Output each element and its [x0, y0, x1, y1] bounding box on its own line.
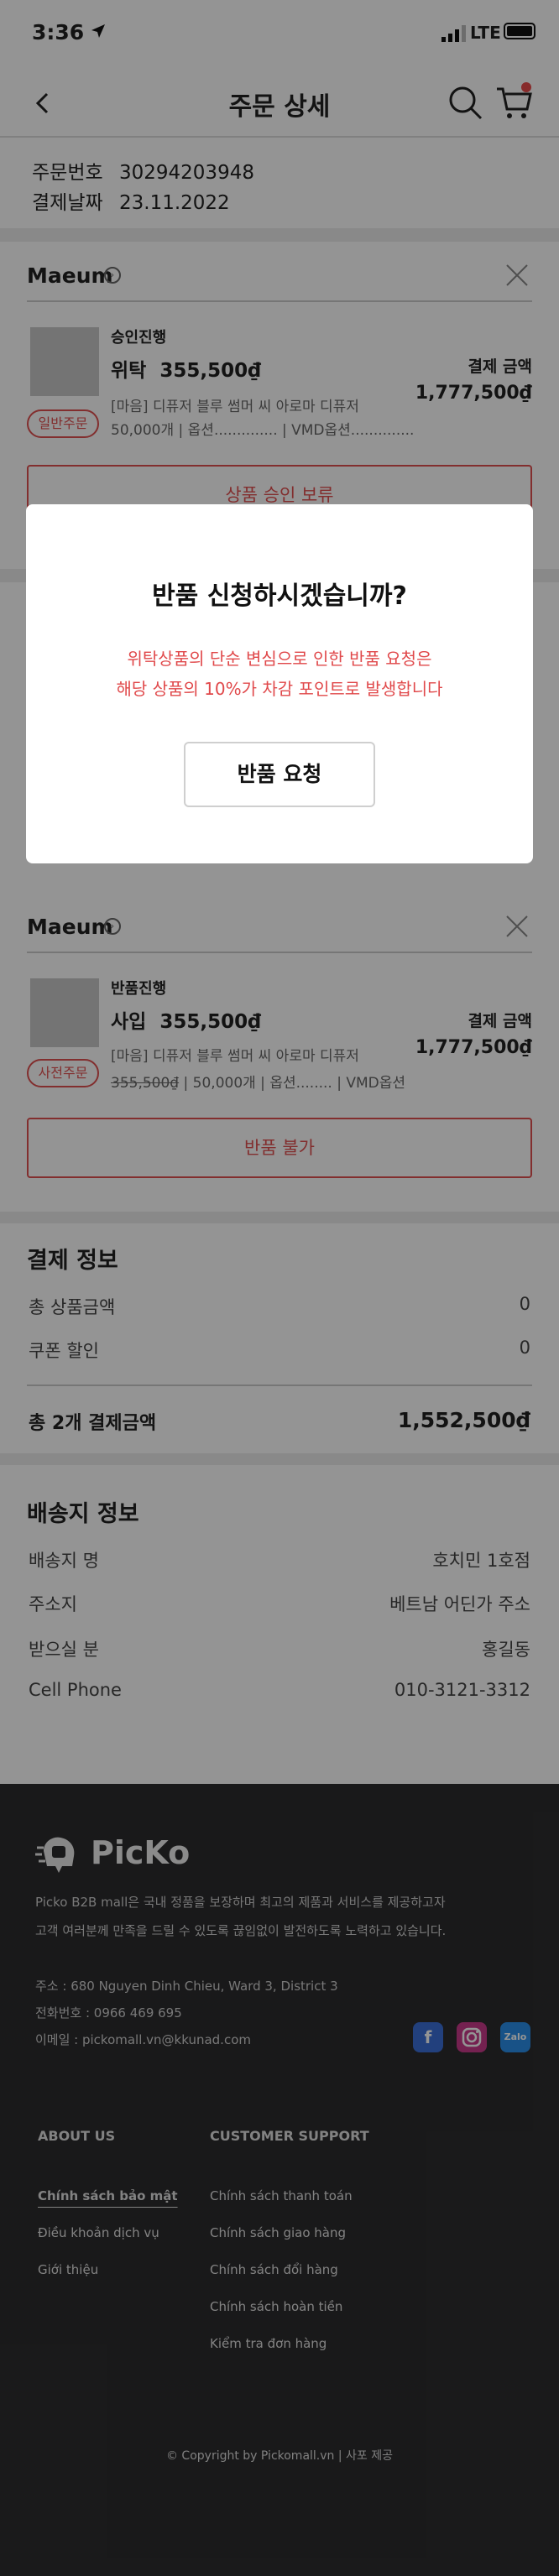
- dialog-title: 반품 신청하시겠습니까?: [152, 581, 407, 611]
- return-confirm-dialog: 반품 신청하시겠습니까? 위탁상품의 단순 변심으로 인한 반품 요청은 해당 …: [26, 504, 533, 863]
- request-return-button[interactable]: 반품 요청: [184, 742, 375, 807]
- dialog-message-line2: 해당 상품의 10%가 차감 포인트로 발생합니다: [116, 679, 443, 699]
- dialog-message-line1: 위탁상품의 단순 변심으로 인한 반품 요청은: [127, 649, 432, 669]
- modal-backdrop[interactable]: [0, 0, 559, 2576]
